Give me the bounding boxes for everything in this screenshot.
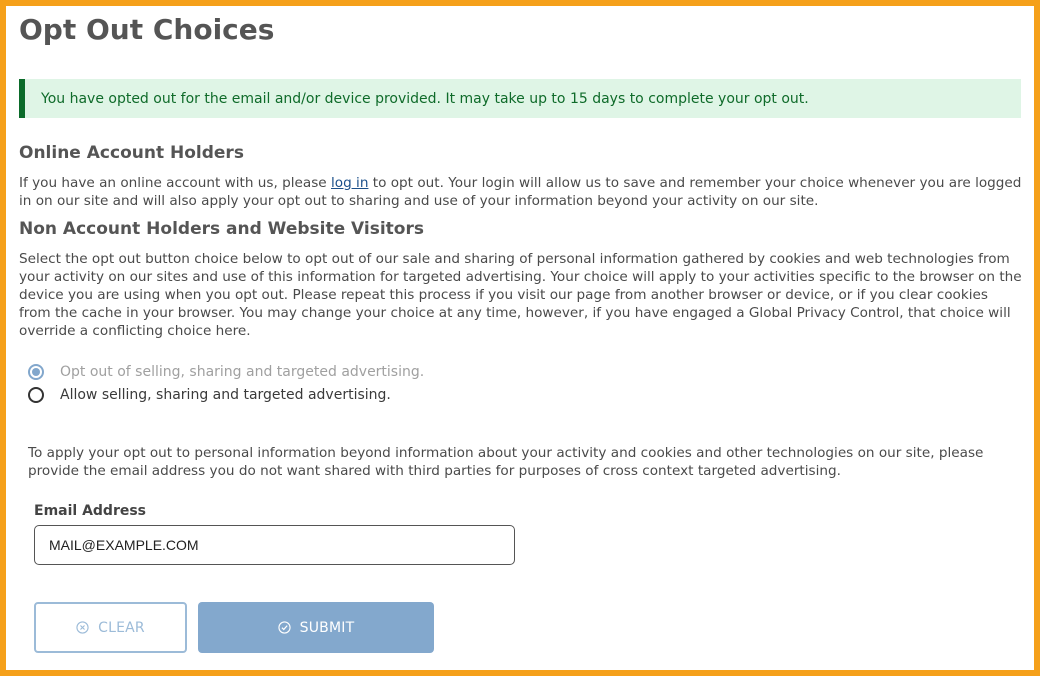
circle-x-icon <box>76 621 89 634</box>
email-instructions: To apply your opt out to personal inform… <box>28 445 984 479</box>
submit-button[interactable]: SUBMIT <box>198 602 434 653</box>
alert-message: You have opted out for the email and/or … <box>41 90 809 107</box>
online-account-text: If you have an online account with us, p… <box>19 174 1023 210</box>
non-account-heading: Non Account Holders and Website Visitors <box>19 219 424 239</box>
submit-button-label: SUBMIT <box>299 619 355 636</box>
online-account-heading: Online Account Holders <box>19 143 244 163</box>
email-address-input[interactable] <box>34 525 515 565</box>
radio-opt-out[interactable] <box>28 364 44 380</box>
radio-label-opt-out: Opt out of selling, sharing and targeted… <box>60 364 425 380</box>
circle-check-icon <box>278 621 291 634</box>
opt-out-page: Opt Out Choices You have opted out for t… <box>19 10 1023 653</box>
non-account-text: Select the opt out button choice below t… <box>19 251 1022 339</box>
radio-option-opt-out[interactable]: Opt out of selling, sharing and targeted… <box>28 361 424 383</box>
radio-allow[interactable] <box>28 387 44 403</box>
email-address-label: Email Address <box>34 503 147 519</box>
log-in-link[interactable]: log in <box>331 175 368 191</box>
clear-button[interactable]: CLEAR <box>34 602 187 653</box>
clear-button-label: CLEAR <box>98 619 145 636</box>
online-text-before-link: If you have an online account with us, p… <box>19 175 331 191</box>
page-title: Opt Out Choices <box>19 13 275 46</box>
radio-label-allow: Allow selling, sharing and targeted adve… <box>60 387 391 403</box>
success-alert: You have opted out for the email and/or … <box>19 79 1021 118</box>
radio-option-allow[interactable]: Allow selling, sharing and targeted adve… <box>28 384 391 406</box>
